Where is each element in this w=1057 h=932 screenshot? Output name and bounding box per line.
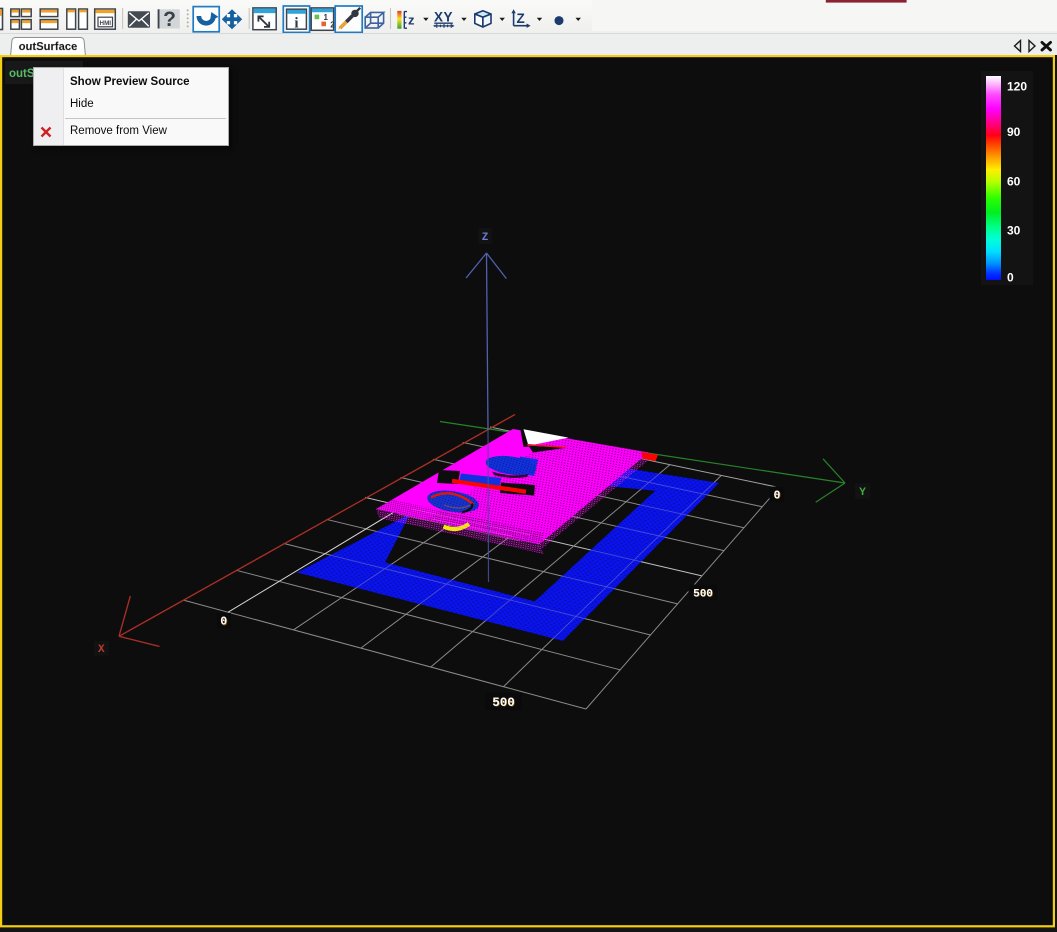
- svg-text:60: 60: [1007, 175, 1021, 189]
- svg-text:0: 0: [774, 489, 781, 502]
- svg-text:Z: Z: [517, 11, 525, 26]
- svg-text:z: z: [408, 13, 415, 28]
- svg-text:i: i: [294, 16, 298, 32]
- svg-text:30: 30: [1007, 224, 1021, 238]
- svg-text:Y: Y: [859, 487, 866, 499]
- svg-text:XY: XY: [434, 10, 453, 25]
- svg-text:1: 1: [324, 13, 329, 22]
- svg-text:500: 500: [693, 588, 713, 600]
- svg-text:HMI: HMI: [100, 20, 112, 27]
- svg-text:Z: Z: [482, 232, 489, 244]
- svg-text:?: ?: [163, 8, 176, 31]
- svg-text:90: 90: [1007, 125, 1021, 139]
- svg-text:0: 0: [1007, 271, 1014, 285]
- svg-text:X: X: [98, 644, 105, 656]
- svg-text:0: 0: [220, 616, 227, 629]
- svg-text:120: 120: [1007, 80, 1027, 94]
- svg-text:500: 500: [492, 696, 515, 710]
